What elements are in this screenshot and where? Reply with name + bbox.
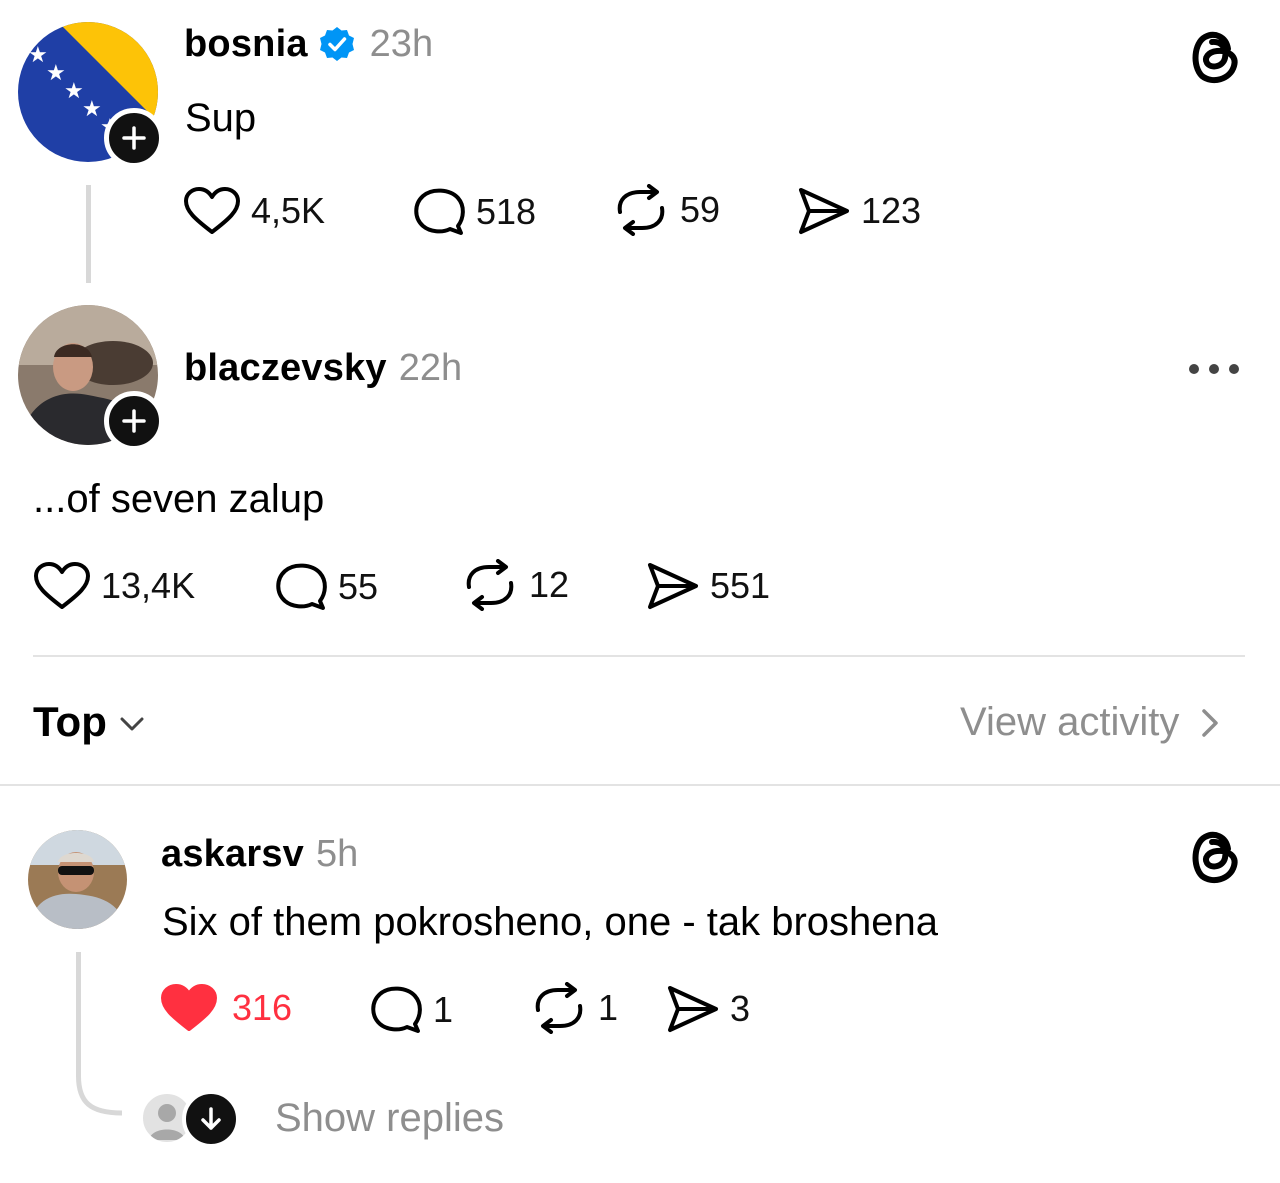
reply-time: 5h: [316, 832, 359, 875]
heart-filled-icon: [161, 984, 217, 1031]
show-replies-button[interactable]: Show replies: [140, 1090, 505, 1148]
heart-icon: [34, 562, 90, 609]
follow-blaczevsky-button[interactable]: [104, 391, 164, 451]
heart-icon: [184, 187, 240, 234]
threads-logo-icon[interactable]: [1184, 824, 1244, 886]
reply-button[interactable]: 55: [274, 561, 378, 613]
reply-button[interactable]: 518: [412, 186, 536, 238]
like-button[interactable]: 316: [160, 983, 292, 1033]
reply-count: 518: [476, 191, 537, 232]
more-icon[interactable]: [1188, 362, 1240, 376]
share-button[interactable]: 551: [646, 561, 770, 611]
reply-count: 55: [338, 566, 379, 607]
svg-text:★: ★: [46, 61, 66, 86]
thread-line: [86, 185, 91, 283]
share-count: 551: [710, 565, 771, 606]
like-count: 13,4K: [101, 565, 196, 606]
show-replies-label: Show replies: [275, 1095, 505, 1140]
share-icon: [799, 188, 849, 234]
divider: [0, 784, 1280, 786]
arrow-down-icon: [182, 1090, 240, 1148]
like-button[interactable]: 13,4K: [33, 561, 195, 611]
askarsv-photo: [28, 830, 127, 929]
repost-button[interactable]: 59: [612, 184, 720, 236]
like-button[interactable]: 4,5K: [183, 186, 325, 236]
chevron-right-icon: [1202, 708, 1219, 737]
share-icon: [668, 986, 718, 1032]
svg-text:★: ★: [28, 43, 48, 68]
repost-icon: [617, 184, 665, 236]
repost-button[interactable]: 1: [530, 982, 618, 1034]
repost-count: 59: [680, 189, 721, 230]
reply-count: 1: [433, 989, 454, 1030]
share-icon: [648, 563, 698, 609]
plus-icon: [122, 126, 146, 150]
reply-button[interactable]: 1: [369, 984, 453, 1036]
threads-logo-icon[interactable]: [1184, 24, 1244, 86]
thread-connector: [76, 1076, 123, 1116]
divider: [33, 655, 1245, 657]
username[interactable]: blaczevsky: [184, 347, 387, 390]
reply-text: Six of them pokrosheno, one - tak broshe…: [162, 900, 939, 944]
share-count: 3: [730, 988, 751, 1029]
username[interactable]: askarsv: [161, 833, 304, 876]
post-time: 22h: [398, 346, 463, 389]
svg-text:★: ★: [64, 79, 84, 104]
post-text: ...of seven zalup: [33, 477, 325, 521]
view-activity-link[interactable]: View activity: [960, 700, 1219, 745]
share-button[interactable]: 123: [797, 186, 921, 236]
share-count: 123: [861, 190, 922, 231]
comment-icon: [276, 563, 327, 610]
plus-icon: [122, 409, 146, 433]
repost-count: 12: [529, 564, 570, 605]
sort-dropdown[interactable]: Top: [33, 698, 145, 746]
sort-label: Top: [33, 698, 107, 745]
thread-line: [76, 952, 81, 1076]
follow-bosnia-button[interactable]: [104, 108, 164, 168]
comment-icon: [414, 188, 465, 235]
verified-badge-icon: [318, 25, 356, 63]
like-count: 4,5K: [251, 190, 326, 231]
askarsv-avatar[interactable]: [28, 830, 127, 929]
comment-icon: [371, 986, 422, 1033]
like-count: 316: [232, 987, 293, 1028]
post-text: Sup: [185, 96, 257, 140]
post-time: 23h: [369, 22, 434, 65]
svg-text:★: ★: [82, 97, 102, 122]
share-button[interactable]: 3: [666, 984, 750, 1034]
repost-icon: [535, 982, 583, 1034]
repost-icon: [466, 559, 514, 611]
repost-button[interactable]: 12: [461, 559, 569, 611]
chevron-down-icon: [120, 717, 144, 731]
view-activity-label: View activity: [960, 700, 1180, 744]
repost-count: 1: [598, 987, 619, 1028]
username[interactable]: bosnia: [184, 23, 308, 66]
